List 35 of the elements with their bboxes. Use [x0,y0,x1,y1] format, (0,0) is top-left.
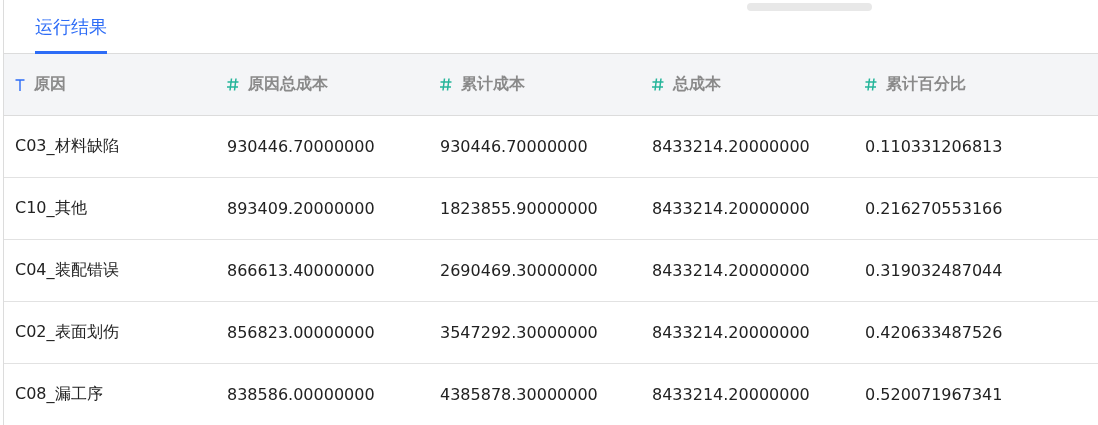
table-cell: 8433214.20000000 [652,137,810,156]
table-cell: 0.216270553166 [865,199,1003,218]
hash-icon [440,78,452,91]
table-cell: 8433214.20000000 [652,323,810,342]
table-cell: 0.319032487044 [865,261,1003,280]
hash-icon [652,78,664,91]
table-cell: 8433214.20000000 [652,199,810,218]
table-cell: C08_漏工序 [15,384,103,403]
column-header: 累计百分比 [886,74,966,95]
table-cell: C10_其他 [15,198,87,217]
table-cell: 0.520071967341 [865,385,1003,404]
table-cell: 1823855.90000000 [440,199,598,218]
table-cell: C04_装配错误 [15,260,119,279]
hash-icon [865,78,877,91]
table-cell: 930446.70000000 [440,137,588,156]
column-header: 累计成本 [461,74,525,95]
table-cell: 930446.70000000 [227,137,375,156]
table-cell: 856823.00000000 [227,323,375,342]
table-cell: C03_材料缺陷 [15,136,119,155]
table-cell: C02_表面划伤 [15,322,119,341]
table-cell: 893409.20000000 [227,199,375,218]
column-header: 原因总成本 [248,74,328,95]
table-cell: 838586.00000000 [227,385,375,404]
table-cell: 3547292.30000000 [440,323,598,342]
table-cell: 0.110331206813 [865,137,1003,156]
hash-icon [227,78,239,91]
table-cell: 0.420633487526 [865,323,1003,342]
table-cell: 2690469.30000000 [440,261,598,280]
table-cell: 8433214.20000000 [652,385,810,404]
column-header: 总成本 [673,74,721,95]
table-cell: 866613.40000000 [227,261,375,280]
table-cell: 4385878.30000000 [440,385,598,404]
column-header: 原因 [34,74,66,95]
table-cell: 8433214.20000000 [652,261,810,280]
text-type-icon [15,78,25,91]
